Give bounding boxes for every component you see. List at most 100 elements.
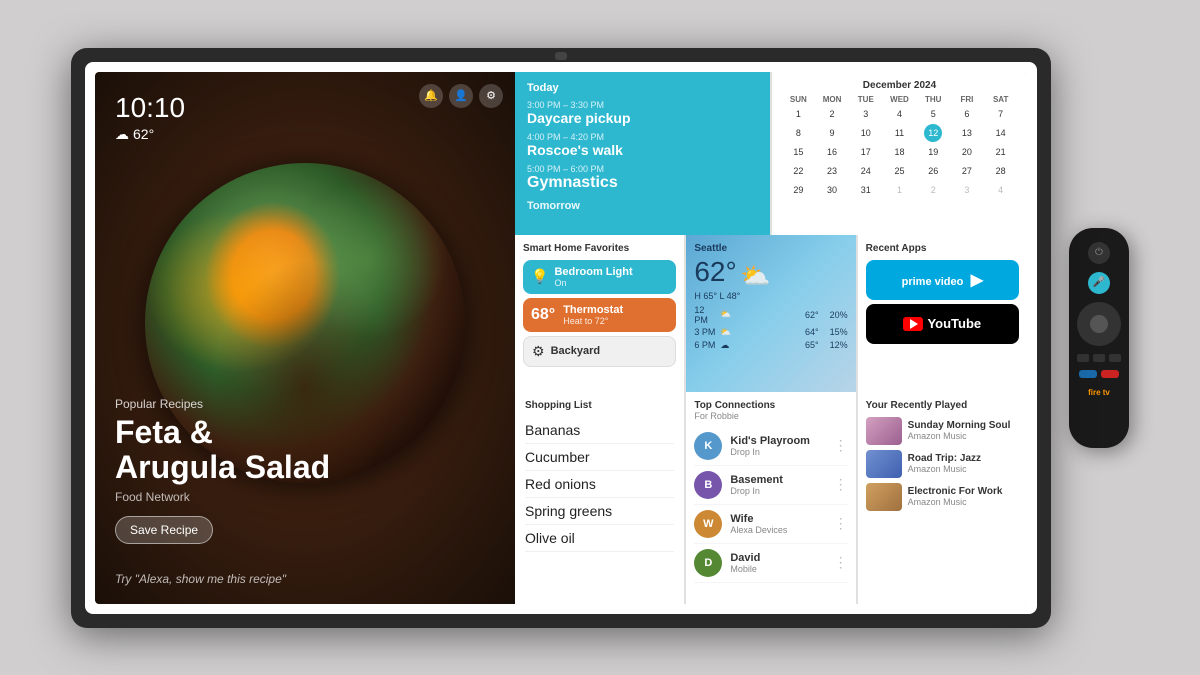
recipe-info: Popular Recipes Feta & Arugula Salad Foo… [115, 397, 330, 543]
firetv-logo: fire tv [1088, 388, 1110, 397]
cal-day-14[interactable]: 14 [992, 124, 1010, 142]
cal-day-7[interactable]: 7 [992, 105, 1010, 123]
cal-day-6[interactable]: 6 [958, 105, 976, 123]
cal-day-30[interactable]: 30 [823, 181, 841, 199]
played-item-3[interactable]: Electronic For Work Amazon Music [866, 483, 1019, 511]
backyard-name: Backyard [551, 345, 601, 357]
top-row: Today 3:00 PM – 3:30 PM Daycare pickup 4… [515, 72, 1027, 235]
shopping-item-5[interactable]: Olive oil [525, 525, 674, 552]
connection-2[interactable]: B Basement Drop In ⋮ [694, 466, 847, 505]
recently-played-title: Your Recently Played [866, 400, 1019, 411]
forecast-1-pct: 20% [823, 310, 848, 320]
tv-frame: 10:10 ☁ 62° 🔔 👤 ⚙ Popular Recipes [71, 48, 1051, 628]
remote-btn-2[interactable] [1093, 354, 1105, 362]
cal-day-15[interactable]: 15 [789, 143, 807, 161]
cal-day-19[interactable]: 19 [924, 143, 942, 161]
connection-3-more-icon[interactable]: ⋮ [834, 515, 848, 532]
youtube-text: YouTube [927, 316, 981, 331]
cal-day-8[interactable]: 8 [789, 124, 807, 142]
cal-day-12[interactable]: 12 [924, 124, 942, 142]
connection-2-more-icon[interactable]: ⋮ [834, 476, 848, 493]
connection-1-more-icon[interactable]: ⋮ [834, 437, 848, 454]
shopping-item-3[interactable]: Red onions [525, 471, 674, 498]
cal-day-3[interactable]: 3 [958, 181, 976, 199]
cal-day-20[interactable]: 20 [958, 143, 976, 161]
remote-dpad[interactable] [1077, 302, 1121, 346]
light-info: Bedroom Light On [554, 266, 632, 288]
clock: 10:10 [115, 92, 185, 124]
played-1-title: Sunday Morning Soul [908, 420, 1011, 431]
cal-day-11[interactable]: 11 [890, 124, 908, 142]
cal-day-21[interactable]: 21 [992, 143, 1010, 161]
cal-day-10[interactable]: 10 [857, 124, 875, 142]
cal-day-27[interactable]: 27 [958, 162, 976, 180]
thermostat-device[interactable]: 68° Thermostat Heat to 72° [523, 298, 676, 332]
cal-day-23[interactable]: 23 [823, 162, 841, 180]
played-item-2[interactable]: Road Trip: Jazz Amazon Music [866, 450, 1019, 478]
remote-netflix-btn[interactable] [1101, 370, 1119, 378]
remote-btn-3[interactable] [1109, 354, 1121, 362]
cal-day-2[interactable]: 2 [823, 105, 841, 123]
youtube-tile[interactable]: YouTube [866, 304, 1019, 344]
shopping-item-2[interactable]: Cucumber [525, 444, 674, 471]
event-1-time: 3:00 PM – 3:30 PM [527, 100, 758, 110]
bedroom-light-device[interactable]: 💡 Bedroom Light On [523, 260, 676, 294]
settings-icon[interactable]: ⚙ [479, 84, 503, 108]
connection-4[interactable]: D David Mobile ⋮ [694, 544, 847, 583]
connection-1-name: Kid's Playroom [730, 435, 810, 447]
cal-day-16[interactable]: 16 [823, 143, 841, 161]
cal-day-26[interactable]: 26 [924, 162, 942, 180]
connection-3[interactable]: W Wife Alexa Devices ⋮ [694, 505, 847, 544]
connection-4-name: David [730, 552, 760, 564]
connection-1-status: Drop In [730, 447, 810, 457]
played-3-source: Amazon Music [908, 497, 1003, 507]
cal-day-25[interactable]: 25 [890, 162, 908, 180]
remote-btn-1[interactable] [1077, 354, 1089, 362]
light-icon: 💡 [531, 268, 548, 285]
save-recipe-button[interactable]: Save Recipe [115, 516, 213, 544]
cal-day-2[interactable]: 2 [924, 181, 942, 199]
shopping-item-4[interactable]: Spring greens [525, 498, 674, 525]
backyard-device[interactable]: ⚙ Backyard [523, 336, 676, 367]
cal-day-5[interactable]: 5 [924, 105, 942, 123]
cal-day-13[interactable]: 13 [958, 124, 976, 142]
cal-day-17[interactable]: 17 [857, 143, 875, 161]
forecast-2-icon: ⛅ [720, 327, 734, 338]
played-item-1[interactable]: Sunday Morning Soul Amazon Music [866, 417, 1019, 445]
cal-day-24[interactable]: 24 [857, 162, 875, 180]
remote-dpad-center[interactable] [1090, 315, 1108, 333]
cal-day-31[interactable]: 31 [857, 181, 875, 199]
forecast-1-temp: 62° [805, 310, 819, 320]
mid-row: Smart Home Favorites 💡 Bedroom Light On … [515, 235, 1027, 392]
remote-app-row [1079, 370, 1119, 378]
recipe-category: Popular Recipes [115, 397, 330, 411]
cal-day-18[interactable]: 18 [890, 143, 908, 161]
remote-power-button[interactable]: ⏻ [1088, 242, 1110, 264]
cal-day-9[interactable]: 9 [823, 124, 841, 142]
shopping-item-1[interactable]: Bananas [525, 417, 674, 444]
connection-1[interactable]: K Kid's Playroom Drop In ⋮ [694, 427, 847, 466]
recipe-title-line1: Feta & [115, 414, 213, 450]
cal-day-1[interactable]: 1 [890, 181, 908, 199]
connection-3-avatar: W [694, 510, 722, 538]
cal-day-4[interactable]: 4 [890, 105, 908, 123]
prime-video-tile[interactable]: prime video ▶ [866, 260, 1019, 300]
remote-mic-button[interactable]: 🎤 [1088, 272, 1110, 294]
remote-prime-btn[interactable] [1079, 370, 1097, 378]
connection-4-info: David Mobile [730, 552, 760, 574]
profile-icon[interactable]: 👤 [449, 84, 473, 108]
event-3: 5:00 PM – 6:00 PM Gymnastics [527, 164, 758, 192]
youtube-play-icon [910, 319, 918, 329]
forecast-3-time: 6 PM [694, 340, 716, 350]
bot-row: Shopping List Bananas Cucumber Red onion… [515, 392, 1027, 604]
cal-day-22[interactable]: 22 [789, 162, 807, 180]
cal-day-29[interactable]: 29 [789, 181, 807, 199]
right-panel: Today 3:00 PM – 3:30 PM Daycare pickup 4… [515, 72, 1027, 604]
cal-day-28[interactable]: 28 [992, 162, 1010, 180]
notification-icon[interactable]: 🔔 [419, 84, 443, 108]
cal-day-1[interactable]: 1 [789, 105, 807, 123]
connection-4-more-icon[interactable]: ⋮ [834, 554, 848, 571]
cal-day-4[interactable]: 4 [992, 181, 1010, 199]
cal-day-3[interactable]: 3 [857, 105, 875, 123]
event-2-time: 4:00 PM – 4:20 PM [527, 132, 758, 142]
